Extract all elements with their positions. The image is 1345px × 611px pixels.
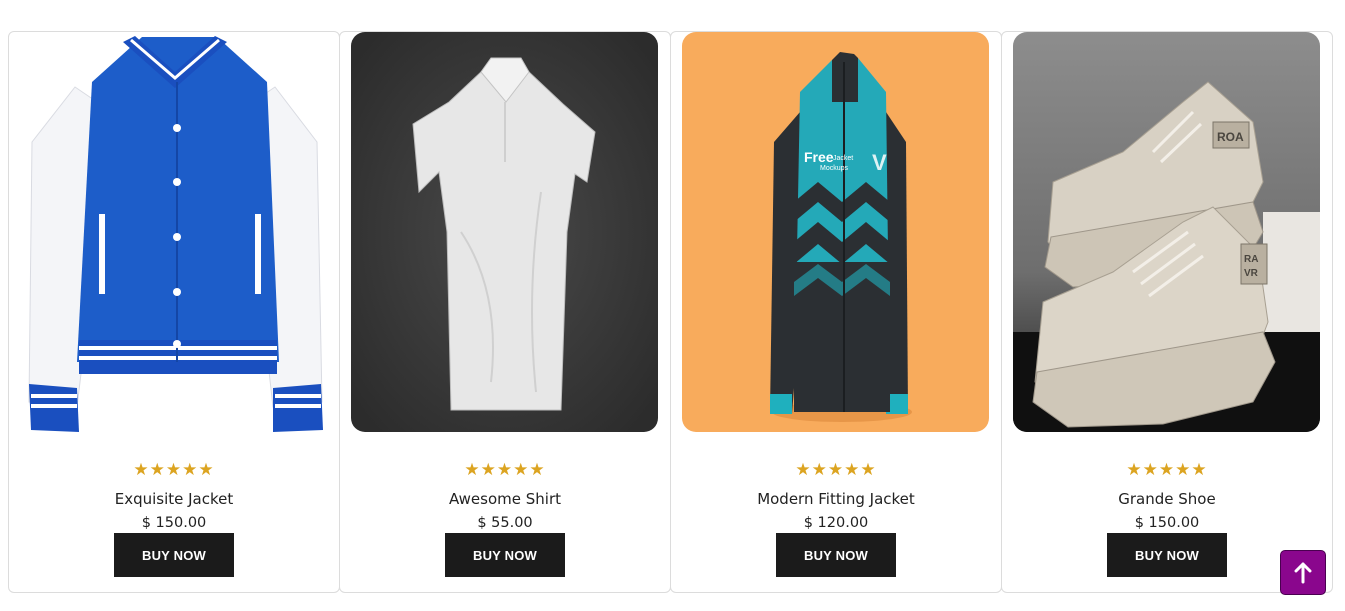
white-polo-shirt-image xyxy=(351,32,658,432)
shoe-tag-side2: VR xyxy=(1244,268,1259,279)
product-image-jacket[interactable] xyxy=(17,32,333,432)
product-card: ★★★★★ Exquisite Jacket $ 150.00 BUY NOW xyxy=(8,31,340,593)
product-name[interactable]: Grande Shoe xyxy=(1002,490,1332,508)
blue-varsity-jacket-image xyxy=(17,32,333,432)
product-name[interactable]: Awesome Shirt xyxy=(340,490,670,508)
jacket-logo-text: Free xyxy=(804,149,834,165)
product-name[interactable]: Modern Fitting Jacket xyxy=(671,490,1001,508)
arrow-up-icon xyxy=(1294,562,1312,583)
product-price: $ 150.00 xyxy=(141,515,207,531)
buy-now-button[interactable]: BUY NOW xyxy=(1107,533,1227,577)
shoe-tag-side1: RA xyxy=(1244,254,1258,265)
rating-stars: ★★★★★ xyxy=(1126,460,1208,480)
buy-now-button[interactable]: BUY NOW xyxy=(776,533,896,577)
rating-stars: ★★★★★ xyxy=(795,460,877,480)
jacket-logo-mark: V xyxy=(872,150,887,175)
product-card: ROA RA VR ★★★★★ Grande Shoe $ 150.00 BUY… xyxy=(1001,31,1333,593)
product-image-track-jacket[interactable]: Free Jacket Mockups V xyxy=(682,32,989,432)
product-price: $ 55.00 xyxy=(477,515,533,531)
rating-stars: ★★★★★ xyxy=(133,460,215,480)
shoe-tag-top: ROA xyxy=(1217,130,1244,144)
teal-track-jacket-image: Free Jacket Mockups V xyxy=(682,32,989,432)
jacket-logo-sub1: Jacket xyxy=(833,155,853,162)
jacket-logo-sub2: Mockups xyxy=(820,165,849,172)
product-price: $ 150.00 xyxy=(1134,515,1200,531)
product-grid: ★★★★★ Exquisite Jacket $ 150.00 BUY NOW xyxy=(8,31,1335,593)
product-image-shirt[interactable] xyxy=(351,32,658,432)
product-price: $ 120.00 xyxy=(803,515,869,531)
beige-chunky-sneakers-image: ROA RA VR xyxy=(1013,32,1320,432)
rating-stars: ★★★★★ xyxy=(464,460,546,480)
product-card: Free Jacket Mockups V ★★★★★ Modern Fitti… xyxy=(670,31,1002,593)
scroll-to-top-button[interactable] xyxy=(1280,550,1326,595)
buy-now-button[interactable]: BUY NOW xyxy=(114,533,234,577)
product-card: ★★★★★ Awesome Shirt $ 55.00 BUY NOW xyxy=(339,31,671,593)
buy-now-button[interactable]: BUY NOW xyxy=(445,533,565,577)
product-name[interactable]: Exquisite Jacket xyxy=(9,490,339,508)
product-image-shoe[interactable]: ROA RA VR xyxy=(1013,32,1320,432)
